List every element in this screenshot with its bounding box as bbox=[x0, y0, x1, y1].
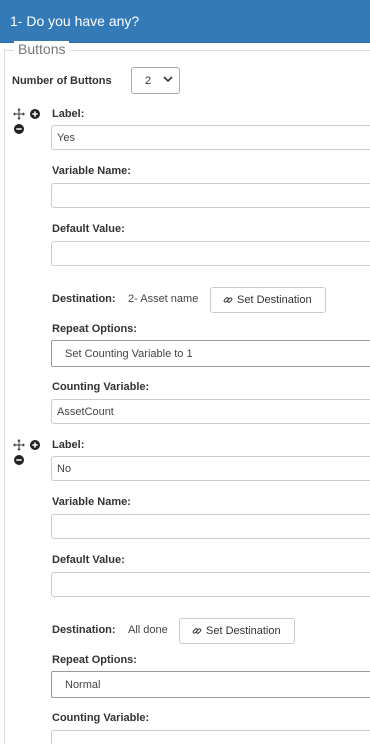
chevron-down-icon bbox=[163, 76, 173, 83]
button-2-destination-caption: Destination: bbox=[52, 624, 116, 636]
button-1-counting-caption: Counting Variable: bbox=[52, 381, 150, 393]
button-1-label-input[interactable]: Yes bbox=[51, 125, 370, 150]
button-1-set-destination-button[interactable]: Set Destination bbox=[210, 287, 326, 313]
move-arrows-icon[interactable] bbox=[13, 439, 25, 451]
button-2-label-caption: Label: bbox=[52, 439, 85, 451]
button-1-default-caption: Default Value: bbox=[52, 223, 125, 235]
set-destination-label: Set Destination bbox=[206, 625, 281, 637]
button-2-set-destination-button[interactable]: Set Destination bbox=[179, 618, 295, 644]
question-header: 1- Do you have any? bbox=[0, 0, 370, 43]
button-1-label-caption: Label: bbox=[52, 108, 85, 120]
button-2-variable-input[interactable] bbox=[51, 514, 370, 539]
number-of-buttons-label: Number of Buttons bbox=[12, 75, 112, 87]
button-2-default-caption: Default Value: bbox=[52, 554, 125, 566]
link-icon bbox=[223, 297, 233, 303]
button-2-variable-caption: Variable Name: bbox=[52, 496, 131, 508]
link-icon bbox=[192, 628, 202, 634]
minus-circle-icon[interactable] bbox=[14, 455, 24, 465]
button-2-repeat-caption: Repeat Options: bbox=[52, 654, 137, 666]
button-2-controls bbox=[13, 439, 43, 469]
plus-circle-icon[interactable] bbox=[30, 440, 40, 450]
button-2-default-input[interactable] bbox=[51, 572, 370, 597]
button-2-repeat-select[interactable]: Normal bbox=[51, 671, 370, 698]
button-1-default-input[interactable] bbox=[51, 241, 370, 266]
button-1-counting-input[interactable]: AssetCount bbox=[51, 399, 370, 424]
button-1-variable-caption: Variable Name: bbox=[52, 165, 131, 177]
button-2-destination-value: All done bbox=[128, 624, 168, 636]
button-1-controls bbox=[13, 108, 43, 138]
minus-circle-icon[interactable] bbox=[14, 124, 24, 134]
button-2-counting-input[interactable] bbox=[51, 730, 370, 744]
button-1-destination-value: 2- Asset name bbox=[128, 293, 199, 305]
button-1-repeat-caption: Repeat Options: bbox=[52, 323, 137, 335]
set-destination-label: Set Destination bbox=[237, 294, 312, 306]
buttons-legend: Buttons bbox=[14, 41, 70, 57]
button-2-counting-caption: Counting Variable: bbox=[52, 712, 150, 724]
plus-circle-icon[interactable] bbox=[30, 109, 40, 119]
question-title: 1- Do you have any? bbox=[10, 13, 140, 29]
number-of-buttons-select[interactable]: 2 bbox=[131, 67, 180, 94]
move-arrows-icon[interactable] bbox=[13, 108, 25, 120]
number-of-buttons-value: 2 bbox=[145, 75, 152, 87]
button-1-destination-caption: Destination: bbox=[52, 293, 116, 305]
button-1-repeat-select[interactable]: Set Counting Variable to 1 bbox=[51, 340, 370, 367]
button-1-variable-input[interactable] bbox=[51, 183, 370, 208]
button-2-label-input[interactable]: No bbox=[51, 456, 370, 481]
